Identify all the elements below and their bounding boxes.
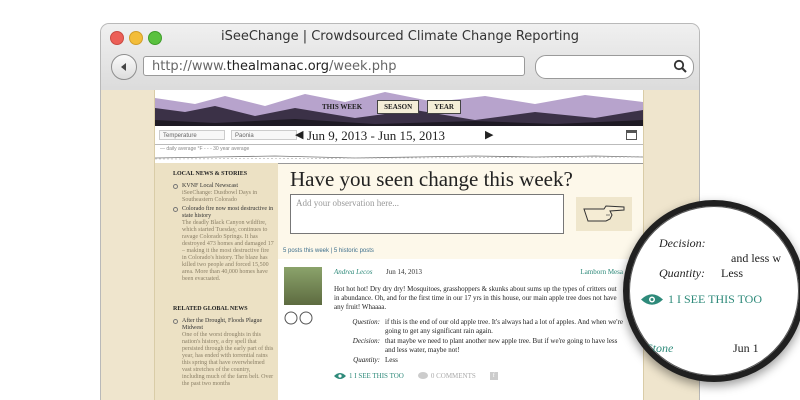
news-desc: iSeeChange: Dustbowl Days in Southeaster… [182,190,258,203]
page-viewport: THIS WEEK SEASON YEAR Temperature Paonia… [101,90,699,400]
search-icon[interactable] [673,59,687,73]
local-news-item[interactable]: KVNF Local Newscast iSeeChange: Dustbowl… [182,183,274,204]
filter-row: Temperature Paonia ◀ Jun 9, 2013 - Jun 1… [155,126,643,145]
news-desc: The deadly Black Canyon wildfire, which … [182,220,274,282]
address-bar[interactable]: http://www.thealmanac.org/week.php [143,56,525,76]
magnified-quantity-value: Less [721,266,743,280]
magnified-see-this-too: 1 I SEE THIS TOO [641,292,762,307]
comments-label: 0 COMMENTS [430,372,476,380]
sidebar: LOCAL NEWS & STORIES KVNF Local Newscast… [155,163,278,400]
eye-icon [334,373,346,379]
tab-season[interactable]: SEASON [377,100,420,114]
quantity-text: Less [385,356,398,364]
comment-icon [417,372,428,379]
bullet-icon [173,319,178,324]
magnified-author-fragment: lyn Stone [629,341,674,355]
metric-select[interactable]: Temperature [159,130,225,140]
bullet-icon [173,207,178,212]
tab-this-week[interactable]: THIS WEEK [315,100,369,114]
main-content: Have you seen change this week? Add your… [278,163,643,400]
facebook-share-icon[interactable]: f [489,372,498,380]
url-prefix: http://www. [152,59,227,74]
quantity-label: Quantity: [353,356,380,364]
post-card: Andrea Lecos Jun 14, 2013 Lamborn Mesa H… [278,259,643,400]
post-actions: 1 I SEE THIS TOO 0 COMMENTS f [334,372,498,380]
browser-search-input[interactable] [535,55,694,79]
post-date: Jun 14, 2013 [386,268,422,276]
news-desc: One of the worst droughts in this nation… [182,332,274,387]
global-news-heading: RELATED GLOBAL NEWS [173,306,248,312]
post-links[interactable]: 5 posts this week | 5 historic posts [283,248,374,254]
news-title[interactable]: KVNF Local Newscast [182,183,274,190]
decision-row: Decision: that maybe we need to plant an… [340,337,630,355]
pointing-hand-icon [583,205,625,222]
previous-week-arrow-icon[interactable]: ◀ [295,128,303,141]
question-text: if this is the end of our old apple tree… [385,318,623,335]
see-this-too-label: 1 I SEE THIS TOO [349,372,404,380]
temperature-graph: — daily average °F - - - 30 year average [155,145,643,164]
post-body: Hot hot hot! Dry dry dry! Mosquitoes, gr… [334,285,617,311]
url-domain: thealmanac.org [226,59,330,74]
magnified-decision-tail: and less w [731,251,781,265]
quantity-row: Quantity: Less [340,356,630,365]
post-location[interactable]: Lamborn Mesa [580,268,623,276]
question-label: Question: [352,318,380,326]
author-photo[interactable] [284,267,322,305]
decision-text: that maybe we need to plant another new … [385,337,618,354]
see-this-too-button[interactable]: 1 I SEE THIS TOO [334,372,404,380]
next-week-arrow-icon[interactable]: ▶ [485,128,493,141]
magnified-decision-label: Decision: [659,236,706,250]
bullet-icon [173,184,178,189]
location-select[interactable]: Paonia [231,130,297,140]
pointing-hand-submit-button[interactable] [576,197,632,231]
question-row: Question: if this is the end of our old … [340,318,630,336]
magnified-date-fragment: Jun 1 [733,341,759,355]
badge-icons [284,311,313,325]
post-author[interactable]: Andrea Lecos [334,268,372,276]
news-title[interactable]: Colorado fire now most destructive in st… [182,206,274,220]
temperature-line [155,155,643,160]
news-title[interactable]: After the Drought, Floods Plague Midwest [182,318,274,332]
browser-window: iSeeChange | Crowdsourced Climate Change… [101,24,699,400]
magnifier-callout: Decision: and less w Quantity: Less 1 I … [623,200,800,382]
comments-button[interactable]: 0 COMMENTS [417,372,476,380]
url-path: /week.php [329,59,397,74]
global-news-item[interactable]: After the Drought, Floods Plague Midwest… [182,318,274,388]
date-range: Jun 9, 2013 - Jun 15, 2013 [307,128,445,143]
site-banner: THIS WEEK SEASON YEAR [155,90,643,126]
magnified-quantity-label: Quantity: [659,266,705,280]
local-news-heading: LOCAL NEWS & STORIES [173,171,248,177]
site-container: THIS WEEK SEASON YEAR Temperature Paonia… [154,90,644,400]
back-arrow-icon [121,63,126,71]
observation-input[interactable]: Add your observation here... [290,194,564,234]
back-button[interactable] [111,54,137,80]
decision-label: Decision: [352,337,380,345]
eye-icon [641,294,663,305]
local-news-item[interactable]: Colorado fire now most destructive in st… [182,206,274,283]
page-title: Have you seen change this week? [290,167,573,191]
magnified-see-this-too-label: 1 I SEE THIS TOO [668,292,763,306]
tab-year[interactable]: YEAR [427,100,461,114]
window-title: iSeeChange | Crowdsourced Climate Change… [220,29,580,44]
magnifier-content: Decision: and less w Quantity: Less 1 I … [629,206,799,376]
time-nav: THIS WEEK SEASON YEAR [315,100,461,114]
calendar-icon[interactable] [626,129,637,140]
